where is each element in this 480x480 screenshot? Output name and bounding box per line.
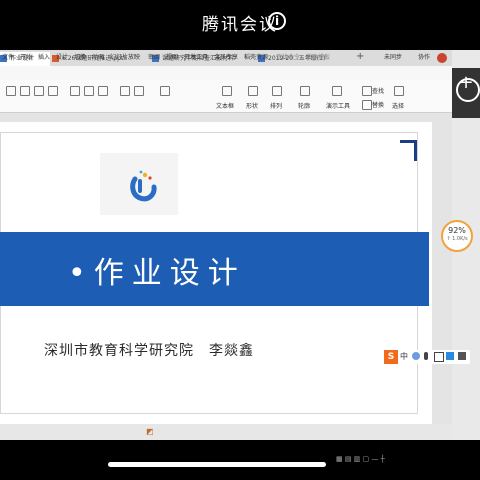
select-button[interactable]: 选择: [392, 101, 404, 110]
sync-status[interactable]: 未同步: [384, 52, 402, 61]
font-size-icon[interactable]: [160, 86, 170, 96]
menu-item-member[interactable]: 会员专享: [214, 52, 238, 61]
menu-item-insert[interactable]: 插入: [38, 52, 50, 61]
menu-item-view[interactable]: 视图: [166, 52, 178, 61]
corner-decoration: [400, 140, 417, 161]
menu-item-file[interactable]: 文件: [2, 52, 14, 61]
slide-subtitle: 深圳市教育科学研究院 李燚鑫: [44, 343, 254, 359]
skin-icon[interactable]: [446, 352, 454, 360]
new-tab-button[interactable]: +: [356, 51, 364, 62]
shared-screen: 作业设计 6.26课题研究推进.pptx 课题研究中期检查汇报材料 2019-2…: [0, 50, 480, 440]
menu-item-developer[interactable]: 开发工具: [184, 52, 208, 61]
menu-item-transitions[interactable]: 切换: [74, 52, 86, 61]
avatar[interactable]: [437, 53, 447, 63]
replace-button[interactable]: 替换: [372, 100, 384, 109]
notes-icon[interactable]: ◩: [146, 427, 154, 436]
paste-icon[interactable]: [6, 86, 16, 96]
meeting-title: 腾讯会议: [202, 15, 278, 35]
ime-mode[interactable]: 中: [400, 351, 408, 362]
slide-title: •作业设计: [68, 256, 246, 291]
replace-icon[interactable]: [362, 100, 372, 110]
bold-icon[interactable]: [70, 86, 80, 96]
copy-icon[interactable]: [34, 86, 44, 96]
menu-item-design[interactable]: 设计: [56, 52, 68, 61]
home-indicator[interactable]: [108, 462, 326, 467]
shape-icon[interactable]: [248, 86, 258, 96]
ime-logo[interactable]: S: [384, 350, 398, 364]
textbox-icon[interactable]: [222, 86, 232, 96]
shape-button[interactable]: 形状: [246, 101, 258, 110]
menu-item-review[interactable]: 审阅: [148, 52, 160, 61]
plus-glyph: +: [458, 72, 474, 93]
menu-item-home[interactable]: 开始: [20, 52, 32, 61]
presentation-tools-button[interactable]: 演示工具: [326, 101, 350, 110]
view-controls[interactable]: ▦ ▤ ▥ ▢ — ┼: [336, 455, 385, 463]
phone-bottom: [0, 440, 480, 480]
emoji-icon[interactable]: [412, 352, 420, 360]
outline-button[interactable]: 轮廓: [298, 101, 310, 110]
find-button[interactable]: 查找: [372, 86, 384, 95]
format-painter-icon[interactable]: [48, 86, 58, 96]
menu-item-animations[interactable]: 动画: [92, 52, 104, 61]
select-icon[interactable]: [394, 86, 404, 96]
find-icon[interactable]: [362, 86, 372, 96]
outline-icon[interactable]: [300, 86, 310, 96]
menu-item-docer[interactable]: 稻壳资源: [244, 52, 268, 61]
status-bar: [0, 424, 452, 440]
progress-speed: ↑ 1.0K/s: [446, 236, 468, 242]
arrange-icon[interactable]: [272, 86, 282, 96]
institute-logo: [130, 170, 157, 202]
arrange-button[interactable]: 排列: [270, 101, 282, 110]
italic-icon[interactable]: [84, 86, 94, 96]
textbox-button[interactable]: 文本框: [216, 101, 234, 110]
presentation-tools-icon[interactable]: [332, 86, 342, 96]
menu-bar: [0, 66, 452, 80]
menu-item-slideshow[interactable]: 幻灯片放映: [110, 52, 140, 61]
command-search[interactable]: 查找命令、搜索模板: [276, 52, 330, 61]
info-icon[interactable]: i: [268, 12, 286, 30]
microphone-icon[interactable]: [424, 352, 428, 360]
collaborate-button[interactable]: 协作: [418, 52, 430, 61]
align-icon[interactable]: [120, 86, 130, 96]
underline-icon[interactable]: [98, 86, 108, 96]
progress-percent: 92%: [448, 226, 466, 235]
list-icon[interactable]: [134, 86, 144, 96]
keyboard-icon[interactable]: [434, 352, 444, 362]
cut-icon[interactable]: [20, 86, 30, 96]
toolbox-icon[interactable]: [458, 352, 466, 360]
